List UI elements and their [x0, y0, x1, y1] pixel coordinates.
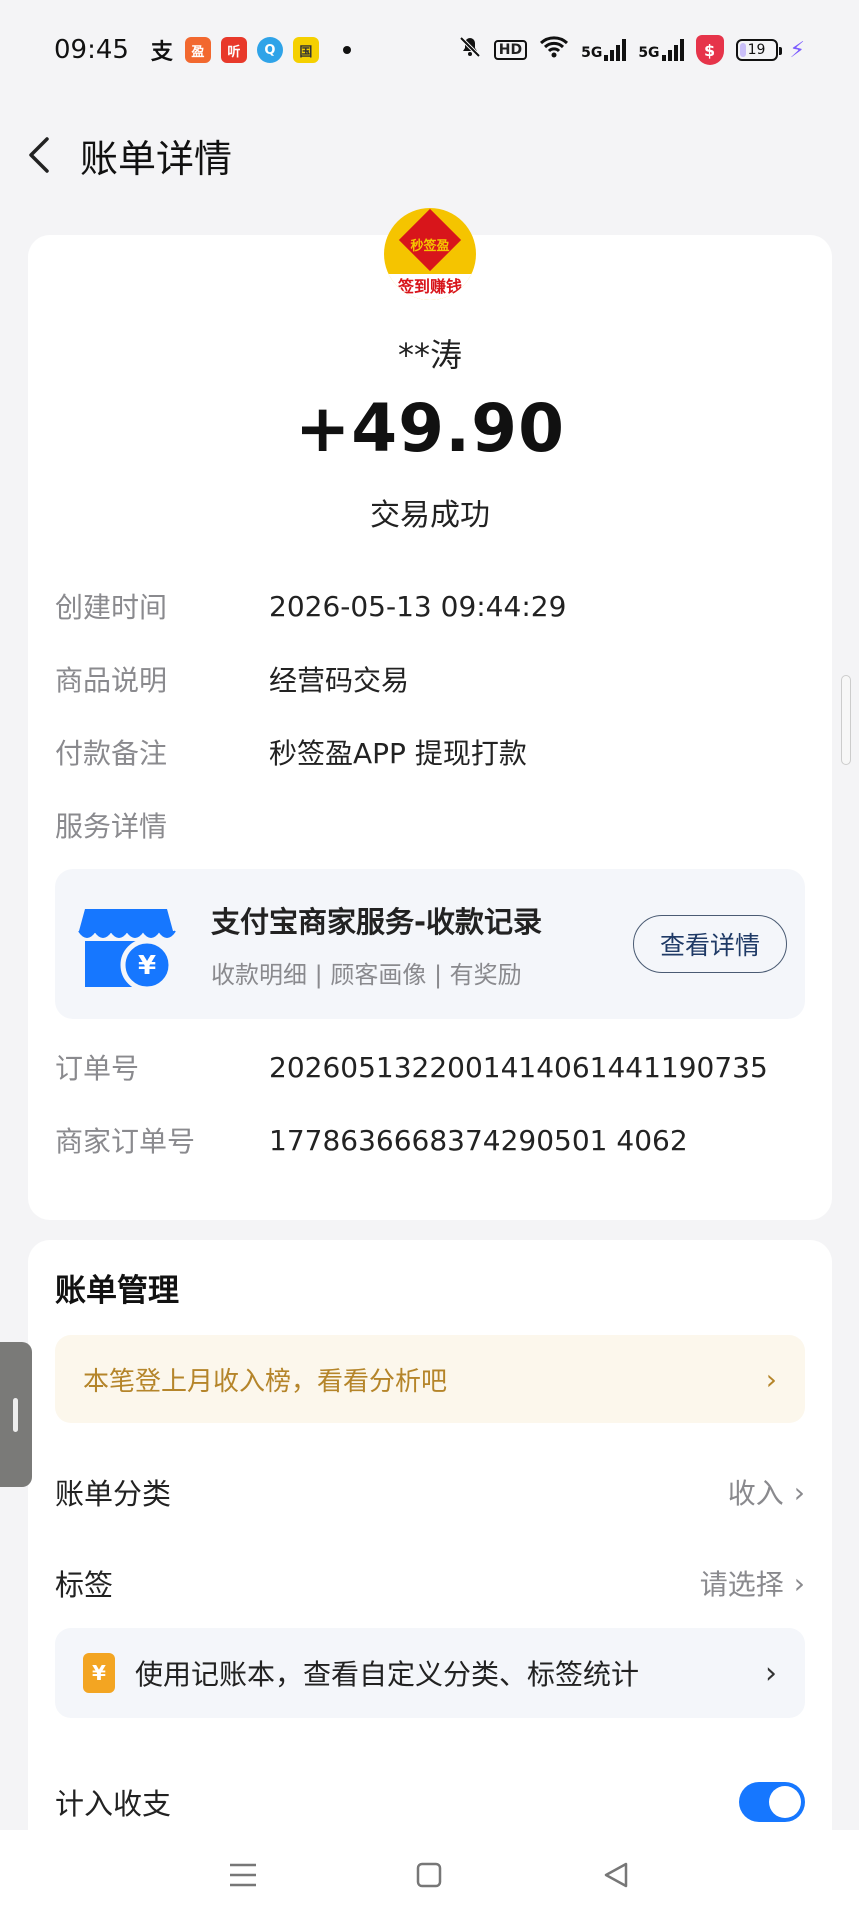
goods-description-row: 商品说明 经营码交易	[55, 657, 805, 701]
merchant-service-banner[interactable]: ¥ 支付宝商家服务-收款记录 收款明细 | 顾客画像 | 有奖励 查看详情	[55, 869, 805, 1019]
service-details-label: 服务详情	[55, 810, 168, 843]
chevron-right-icon: ›	[765, 1655, 777, 1691]
transaction-card: 秒签盈 签到赚钱 **涛 +49.90 交易成功 创建时间 2026-05-13…	[28, 208, 832, 1220]
merchant-order-number-value[interactable]: 1778636668374290501 4062	[269, 1124, 688, 1157]
order-number-value[interactable]: 2026051322001414061441190735	[269, 1051, 768, 1084]
home-nav-button[interactable]	[399, 1845, 459, 1905]
security-shield-icon: $	[695, 35, 724, 65]
floating-side-handle[interactable]	[0, 1342, 32, 1487]
payment-remark-label: 付款备注	[55, 737, 168, 770]
chevron-right-icon: ›	[765, 1362, 777, 1396]
wifi-icon	[539, 35, 569, 65]
merchant-order-number-label: 商家订单号	[55, 1125, 196, 1158]
view-details-button[interactable]: 查看详情	[633, 915, 787, 973]
notification-icons: 支 盈 听 Q 国	[149, 37, 351, 65]
tag-value: 请选择	[699, 1568, 784, 1601]
signal-icon-2: 5G	[638, 39, 684, 61]
battery-icon: 19	[735, 39, 782, 61]
merchant-order-number-row: 商家订单号 1778636668374290501 4062	[55, 1118, 805, 1162]
bill-management-title: 账单管理	[55, 1273, 179, 1309]
chevron-right-icon: ›	[793, 1475, 805, 1509]
order-number-label: 订单号	[55, 1052, 140, 1085]
mute-bell-icon	[458, 35, 482, 65]
back-triangle-icon	[604, 1862, 628, 1888]
merchant-service-title: 支付宝商家服务-收款记录	[211, 904, 543, 939]
created-time-value: 2026-05-13 09:44:29	[269, 589, 567, 623]
more-notifications-dot	[342, 46, 351, 54]
count-in-stats-toggle[interactable]	[739, 1782, 805, 1822]
news-app-icon: 国	[292, 37, 319, 63]
merchant-service-text: 支付宝商家服务-收款记录 收款明细 | 顾客画像 | 有奖励	[211, 899, 633, 990]
status-bar: 09:45 支 盈 听 Q 国 HD 5G 5G $ 19 ⚡	[0, 0, 859, 100]
transaction-amount: +49.90	[294, 390, 566, 467]
menu-nav-button[interactable]	[213, 1845, 273, 1905]
ledger-book-icon: ¥	[83, 1653, 115, 1693]
avatar-bottom-text: 签到赚钱	[384, 274, 476, 300]
hd-badge: HD	[493, 40, 528, 60]
bill-category-label: 账单分类	[55, 1477, 172, 1511]
signal-icon-1: 5G	[581, 39, 627, 61]
back-nav-button[interactable]	[586, 1845, 646, 1905]
chevron-right-icon: ›	[793, 1566, 805, 1600]
goods-description-value: 经营码交易	[269, 664, 410, 697]
page-title: 账单详情	[80, 136, 233, 181]
shop-icon: ¥	[71, 889, 181, 999]
system-navigation-bar	[0, 1830, 859, 1920]
income-ranking-promo[interactable]: 本笔登上月收入榜，看看分析吧 ›	[55, 1335, 805, 1423]
alipay-app-icon: 支	[150, 40, 173, 65]
scrollbar-thumb[interactable]	[841, 675, 851, 765]
charging-bolt-icon: ⚡	[789, 37, 805, 63]
payment-remark-row: 付款备注 秒签盈APP 提现打款	[55, 730, 805, 774]
miaoqianying-app-icon: 盈	[184, 37, 211, 63]
ledger-book-banner[interactable]: ¥ 使用记账本，查看自定义分类、标签统计 ›	[55, 1628, 805, 1718]
header: 账单详情	[0, 100, 859, 210]
payer-avatar[interactable]: 秒签盈 签到赚钱	[384, 208, 476, 300]
service-details-row: 服务详情	[55, 803, 805, 847]
listen-app-icon: 听	[220, 37, 247, 63]
payer-name: **涛	[397, 336, 462, 374]
system-icons: HD 5G 5G $ 19 ⚡	[458, 35, 805, 65]
count-in-stats-row: 计入收支	[55, 1772, 805, 1832]
count-in-stats-label: 计入收支	[55, 1787, 172, 1821]
created-time-row: 创建时间 2026-05-13 09:44:29	[55, 584, 805, 628]
ledger-book-text: 使用记账本，查看自定义分类、标签统计	[135, 1658, 640, 1691]
back-arrow-icon	[29, 137, 49, 173]
tag-row[interactable]: 标签 请选择 ›	[55, 1553, 805, 1613]
browser-app-icon: Q	[256, 37, 283, 63]
back-button[interactable]	[0, 115, 80, 195]
bill-category-row[interactable]: 账单分类 收入 ›	[55, 1462, 805, 1522]
income-ranking-promo-text: 本笔登上月收入榜，看看分析吧	[83, 1366, 448, 1397]
created-time-label: 创建时间	[55, 591, 168, 624]
goods-description-label: 商品说明	[55, 664, 168, 697]
avatar-top-text: 秒签盈	[410, 238, 450, 254]
order-number-row: 订单号 2026051322001414061441190735	[55, 1045, 805, 1089]
toggle-knob	[769, 1786, 801, 1818]
tag-label: 标签	[55, 1568, 114, 1602]
merchant-service-subtitle: 收款明细 | 顾客画像 | 有奖励	[211, 960, 522, 989]
bill-management-card: 账单管理 本笔登上月收入榜，看看分析吧 › 账单分类 收入 › 标签 请选择 ›…	[28, 1240, 832, 1920]
payment-remark-value: 秒签盈APP 提现打款	[269, 737, 527, 770]
status-time: 09:45	[54, 35, 129, 65]
home-square-icon	[417, 1862, 442, 1888]
menu-icon	[230, 1863, 257, 1887]
bill-category-value: 收入	[727, 1477, 784, 1510]
svg-text:¥: ¥	[138, 951, 156, 981]
transaction-status: 交易成功	[370, 498, 490, 533]
